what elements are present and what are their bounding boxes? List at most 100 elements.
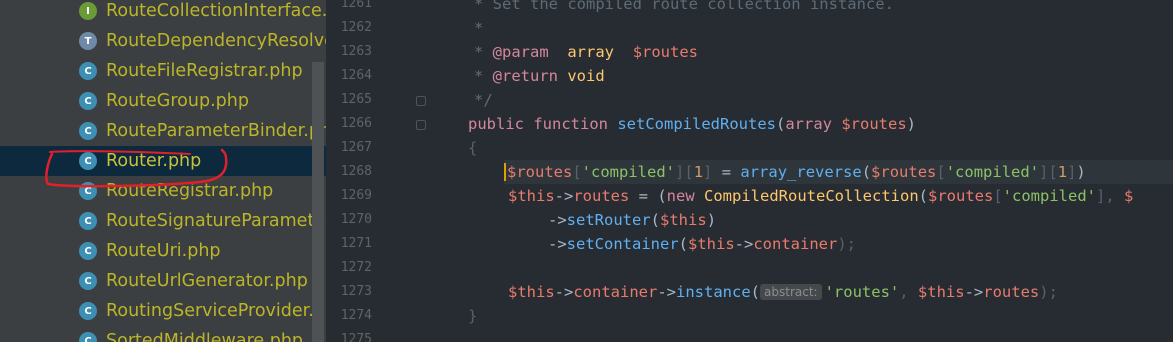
code-line-1264: * @return void bbox=[474, 64, 605, 88]
paren: ) bbox=[706, 211, 717, 229]
code-line-1266: public function setCompiledRoutes(array … bbox=[468, 112, 916, 136]
line-number: 1272 bbox=[340, 260, 372, 275]
paren: ( bbox=[918, 187, 928, 205]
bracket: [ bbox=[936, 163, 946, 181]
tree-item-label: RouteCollectionInterface.p bbox=[106, 1, 326, 21]
paren: ) bbox=[906, 115, 917, 133]
operator: = bbox=[712, 163, 741, 181]
keyword: new bbox=[666, 187, 695, 205]
line-number: 1267 bbox=[340, 140, 372, 155]
class-icon: C bbox=[79, 212, 97, 230]
method-call: setContainer bbox=[566, 235, 679, 253]
class-name: CompiledRouteCollection bbox=[704, 187, 919, 205]
paren: ) bbox=[1076, 163, 1086, 181]
class-icon: C bbox=[79, 92, 97, 110]
line-number: 1266 bbox=[340, 116, 372, 131]
doc-variable: $routes bbox=[632, 43, 699, 61]
tree-item-routeuri[interactable]: C RouteUri.php bbox=[0, 236, 326, 266]
keyword: function bbox=[533, 115, 608, 133]
keyword: public bbox=[468, 115, 524, 133]
code-line-1261: * Set the compiled route collection inst… bbox=[474, 0, 894, 16]
interface-icon: I bbox=[79, 2, 97, 20]
tree-item-routeparameterbinder[interactable]: C RouteParameterBinder.php bbox=[0, 116, 326, 146]
code-line-1268: $routes['compiled'][1] = array_reverse($… bbox=[504, 160, 1173, 184]
code-line-1271: -> setContainer($this -> container); bbox=[548, 232, 856, 256]
bracket: [ bbox=[1048, 163, 1058, 181]
parameter-hint: abstract: bbox=[760, 284, 822, 300]
function-name: setCompiledRoutes bbox=[617, 115, 776, 133]
this-keyword: $this bbox=[917, 283, 965, 301]
method-call: setRouter bbox=[566, 211, 651, 229]
bracket: ] bbox=[1039, 163, 1049, 181]
paren: ); bbox=[837, 235, 857, 253]
class-icon: C bbox=[79, 62, 97, 80]
bracket: ] bbox=[675, 163, 685, 181]
doc-comment-star: * bbox=[474, 43, 493, 61]
doc-type: void bbox=[567, 67, 605, 85]
tree-item-routesignatureparameters[interactable]: C RouteSignatureParameters bbox=[0, 206, 326, 236]
line-number-gutter: 1261 1262 1263 1264 1265 1266 1267 1268 … bbox=[326, 0, 426, 342]
code-line-1273: $this -> container -> instance(abstract:'rou… bbox=[508, 280, 1058, 304]
class-icon: C bbox=[79, 242, 97, 260]
tree-item-label: SortedMiddleware.php bbox=[106, 331, 304, 342]
property: container bbox=[573, 283, 658, 301]
line-number: 1264 bbox=[340, 68, 372, 83]
number: 1 bbox=[693, 163, 704, 181]
type: array bbox=[785, 115, 832, 133]
property: routes bbox=[573, 187, 630, 205]
fold-marker-icon[interactable] bbox=[416, 96, 426, 106]
variable: $routes bbox=[507, 163, 573, 181]
tree-item-routefileregistrar[interactable]: C RouteFileRegistrar.php bbox=[0, 56, 326, 86]
function-call: array_reverse bbox=[740, 163, 862, 181]
variable: $ bbox=[1124, 187, 1134, 205]
tree-item-routecollectioninterface[interactable]: I RouteCollectionInterface.p bbox=[0, 0, 326, 26]
paren: ( bbox=[861, 163, 872, 181]
code-line-1267: { bbox=[468, 136, 477, 160]
arrow: -> bbox=[548, 211, 567, 229]
comma: , bbox=[899, 283, 918, 301]
string: 'routes' bbox=[824, 283, 900, 301]
tree-item-label: RoutingServiceProvider.ph bbox=[106, 301, 326, 321]
tree-item-routeurlgenerator[interactable]: C RouteUrlGenerator.php bbox=[0, 266, 326, 296]
arrow: -> bbox=[964, 283, 984, 301]
tree-item-label: RouteDependencyResolve bbox=[106, 31, 326, 51]
brace: { bbox=[468, 139, 478, 157]
doc-type: array bbox=[567, 43, 615, 61]
arrow: -> bbox=[548, 235, 567, 253]
property: container bbox=[753, 235, 838, 253]
sidebar-scrollbar[interactable] bbox=[312, 62, 324, 342]
code-line-1269: $this -> routes = (new CompiledRouteCollec… bbox=[508, 184, 1133, 208]
line-number: 1268 bbox=[340, 164, 372, 179]
line-number: 1261 bbox=[340, 0, 372, 11]
class-icon: C bbox=[79, 302, 97, 320]
code-editor[interactable]: 1261 1262 1263 1264 1265 1266 1267 1268 … bbox=[326, 0, 1173, 342]
tree-item-label: RouteParameterBinder.php bbox=[106, 121, 326, 141]
bracket: ] bbox=[1096, 187, 1106, 205]
paren: ( bbox=[678, 235, 688, 253]
line-number: 1263 bbox=[340, 44, 372, 59]
paren: ); bbox=[1039, 283, 1058, 301]
paren: ( bbox=[775, 115, 786, 133]
this-keyword: $this bbox=[660, 211, 707, 229]
code-line-1265: */ bbox=[474, 88, 493, 112]
tree-item-routegroup[interactable]: C RouteGroup.php bbox=[0, 86, 326, 116]
line-number: 1273 bbox=[340, 284, 372, 299]
line-number: 1270 bbox=[340, 212, 372, 227]
variable: $routes bbox=[928, 187, 994, 205]
line-number: 1269 bbox=[340, 188, 372, 203]
bracket: ] bbox=[703, 163, 713, 181]
class-icon: C bbox=[79, 122, 97, 140]
string: 'compiled' bbox=[581, 163, 675, 181]
paren: ( bbox=[650, 211, 661, 229]
arrow: -> bbox=[554, 283, 574, 301]
paren: ( bbox=[750, 283, 761, 301]
bracket: [ bbox=[684, 163, 694, 181]
tree-item-routingserviceprovider[interactable]: C RoutingServiceProvider.ph bbox=[0, 296, 326, 326]
fold-marker-icon[interactable] bbox=[416, 120, 426, 130]
tree-item-label: RouteUrlGenerator.php bbox=[106, 271, 308, 291]
variable: $routes bbox=[841, 115, 907, 133]
method-call: instance bbox=[676, 283, 751, 301]
code-line-1270: -> setRouter($this) bbox=[548, 208, 716, 232]
tree-item-sortedmiddleware[interactable]: C SortedMiddleware.php bbox=[0, 326, 326, 342]
tree-item-routedependencyresolver[interactable]: T RouteDependencyResolve bbox=[0, 26, 326, 56]
